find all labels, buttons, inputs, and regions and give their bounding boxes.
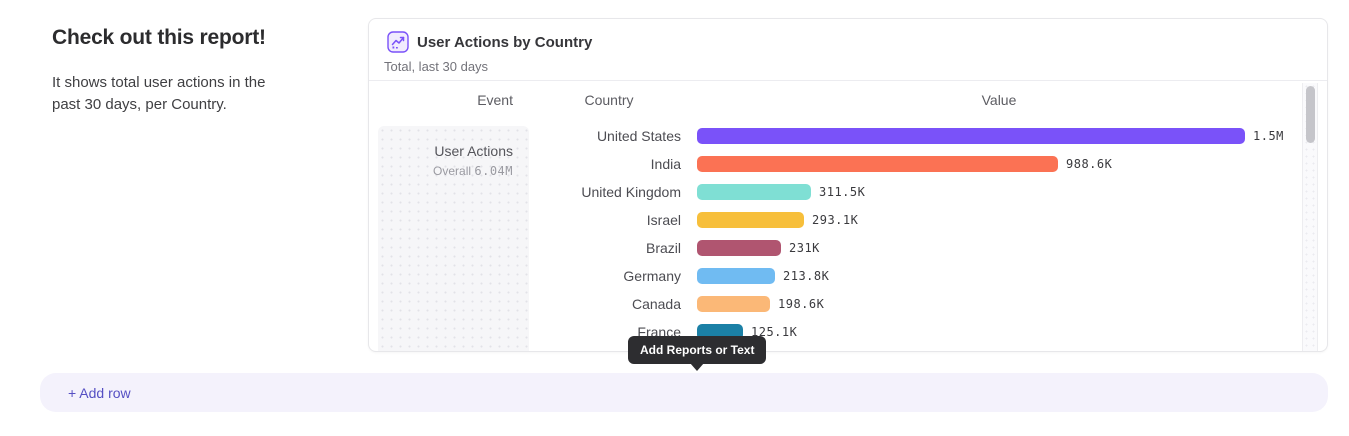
country-label: Canada [537,296,681,312]
column-header-event: Event [378,92,513,108]
page-description: It shows total user actions in the past … [52,72,302,116]
bar-row: United States 1.5M [537,122,1297,150]
chart-area: Event Country Value User Actions Overall… [369,81,1327,351]
value-label: 293.1K [812,213,858,227]
country-label: United States [537,128,681,144]
country-label: Brazil [537,240,681,256]
country-label: United Kingdom [537,184,681,200]
country-label: Israel [537,212,681,228]
tooltip-label: Add Reports or Text [640,343,754,357]
event-overall-value: 6.04M [474,164,513,178]
value-bar[interactable] [697,212,804,228]
value-label: 1.5M [1253,129,1284,143]
event-name: User Actions [378,143,513,159]
column-header-value: Value [697,92,1301,108]
vertical-scrollbar[interactable] [1302,83,1318,352]
event-cell[interactable]: User Actions Overall 6.04M [378,126,529,352]
value-label: 198.6K [778,297,824,311]
value-bar[interactable] [697,156,1058,172]
chart-rows: United States 1.5M India 988.6K United Kingd… [537,122,1297,346]
value-label: 213.8K [783,269,829,283]
tooltip-caret-icon [690,363,704,371]
bar-row: India 988.6K [537,150,1297,178]
bar-row: Canada 198.6K [537,290,1297,318]
value-label: 231K [789,241,820,255]
line-chart-icon [387,31,409,53]
value-label: 311.5K [819,185,865,199]
add-row-button[interactable]: + Add row [40,373,1328,412]
column-headers: Event Country Value [369,81,1327,119]
bar-row: Israel 293.1K [537,206,1297,234]
report-card-header: User Actions by Country Total, last 30 d… [369,19,1327,81]
value-bar[interactable] [697,184,811,200]
report-subtitle: Total, last 30 days [384,59,488,74]
scrollbar-thumb[interactable] [1306,86,1315,143]
country-label: Germany [537,268,681,284]
report-card[interactable]: User Actions by Country Total, last 30 d… [368,18,1328,352]
value-bar[interactable] [697,268,775,284]
value-bar[interactable] [697,296,770,312]
value-bar[interactable] [697,240,781,256]
value-label: 988.6K [1066,157,1112,171]
add-reports-tooltip: Add Reports or Text [628,336,766,364]
bar-row: United Kingdom 311.5K [537,178,1297,206]
report-title: User Actions by Country [417,34,592,51]
column-header-country: Country [537,92,681,108]
add-row-label: + Add row [68,385,131,401]
value-bar[interactable] [697,128,1245,144]
page-title: Check out this report! [52,26,302,50]
bar-row: Germany 213.8K [537,262,1297,290]
event-overall: Overall 6.04M [378,164,513,178]
country-label: India [537,156,681,172]
intro-section: Check out this report! It shows total us… [52,26,302,116]
bar-row: Brazil 231K [537,234,1297,262]
